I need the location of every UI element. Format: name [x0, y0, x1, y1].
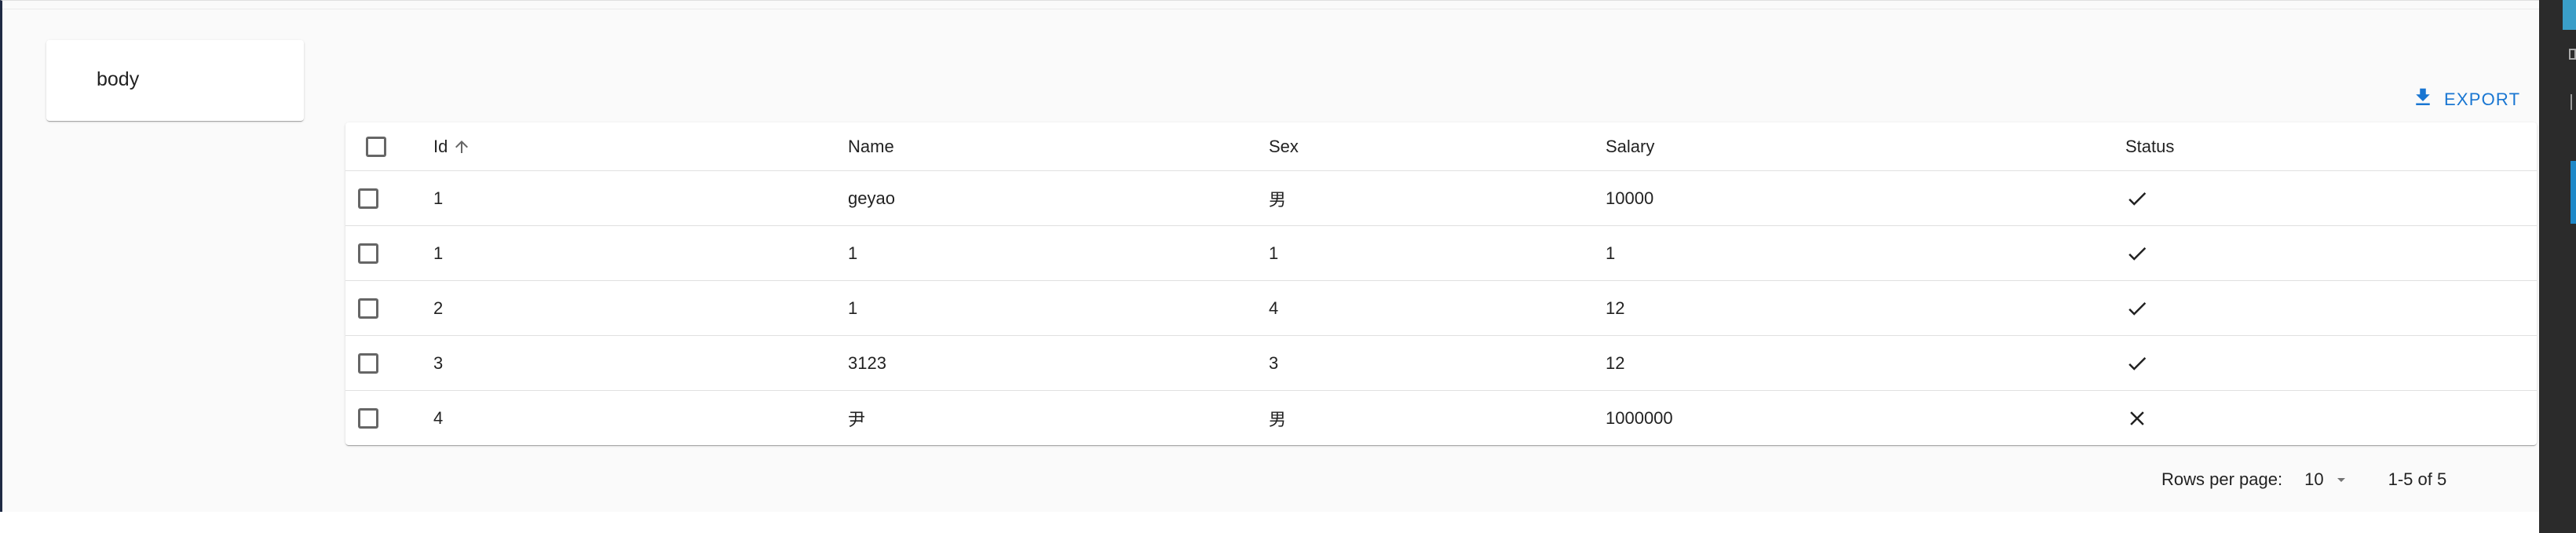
app-area: body EXPORT Id Name Sex Salary Status 1 … — [0, 0, 2539, 512]
column-header-label: Sex — [1269, 136, 1299, 156]
window-accent — [2563, 0, 2576, 30]
close-icon — [2130, 411, 2144, 425]
cell-salary: 12 — [1606, 298, 1625, 318]
select-all-cell — [358, 122, 386, 170]
cell-id: 3 — [433, 352, 444, 373]
download-icon — [2411, 86, 2435, 114]
cell-salary: 10000 — [1606, 188, 1654, 208]
data-grid: Id Name Sex Salary Status 1 geyao 男 1000… — [345, 122, 2537, 445]
row-checkbox[interactable] — [358, 243, 378, 264]
cell-id: 1 — [433, 188, 444, 208]
body-card: body — [46, 40, 304, 121]
rows-per-page-select[interactable]: 10 — [2304, 469, 2350, 490]
table-row[interactable]: 1 1 1 1 — [345, 226, 2537, 281]
cell-sex: 1 — [1269, 243, 1279, 263]
cell-salary: 12 — [1606, 352, 1625, 373]
column-header-sex[interactable]: Sex — [1269, 122, 1299, 170]
row-checkbox[interactable] — [358, 352, 378, 374]
cell-sex: 男 — [1269, 410, 1287, 429]
check-icon — [2128, 246, 2147, 261]
column-header-label: Name — [848, 136, 894, 156]
row-select-cell — [358, 281, 378, 335]
cell-id: 2 — [433, 298, 444, 318]
row-select-cell — [358, 226, 378, 280]
adjacent-window-edge — [2539, 0, 2576, 533]
table-row[interactable]: 4 尹 男 1000000 — [345, 391, 2537, 446]
column-header-id[interactable]: Id — [433, 122, 471, 170]
window-icon — [2569, 49, 2576, 60]
cell-name: 1 — [848, 298, 858, 318]
cell-id: 1 — [433, 243, 444, 263]
column-header-status[interactable]: Status — [2125, 122, 2174, 170]
cell-sex: 3 — [1269, 352, 1279, 373]
check-icon — [2128, 356, 2147, 371]
check-icon — [2128, 192, 2147, 206]
export-label: EXPORT — [2444, 89, 2521, 109]
cell-name: 3123 — [848, 352, 886, 373]
column-header-label: Salary — [1606, 136, 1655, 156]
row-checkbox[interactable] — [358, 408, 378, 429]
arrow-up-icon[interactable] — [452, 137, 471, 156]
cell-status — [2125, 281, 2149, 335]
row-select-cell — [358, 336, 378, 390]
cell-status — [2125, 336, 2149, 390]
cell-status — [2125, 171, 2149, 225]
column-header-salary[interactable]: Salary — [1606, 122, 1654, 170]
table-row[interactable]: 1 geyao 男 10000 — [345, 171, 2537, 226]
rows-per-page-label: Rows per page: — [2161, 469, 2283, 489]
cell-sex: 男 — [1269, 189, 1287, 210]
cell-sex: 4 — [1269, 298, 1279, 318]
row-select-cell — [358, 171, 378, 225]
chevron-down-icon — [2337, 478, 2345, 482]
row-checkbox[interactable] — [358, 298, 378, 319]
column-header-label: Status — [2125, 136, 2175, 156]
table-header-row: Id Name Sex Salary Status — [345, 122, 2537, 171]
cell-status — [2125, 226, 2149, 280]
cell-salary: 1000000 — [1606, 408, 1673, 428]
cell-status — [2125, 391, 2149, 446]
export-button[interactable]: EXPORT — [2411, 84, 2520, 115]
card-label: body — [97, 68, 140, 90]
cell-name: geyao — [848, 188, 895, 208]
select-all-checkbox[interactable] — [366, 136, 386, 157]
column-header-label: Id — [433, 136, 448, 156]
column-header-name[interactable]: Name — [848, 122, 894, 170]
row-checkbox[interactable] — [358, 188, 378, 209]
pagination-range: 1-5 of 5 — [2388, 469, 2447, 489]
cell-salary: 1 — [1606, 243, 1616, 263]
scroll-accent — [2571, 161, 2576, 224]
pagination: Rows per page: 10 1-5 of 5 — [2161, 460, 2446, 499]
check-icon — [2128, 301, 2147, 316]
cell-id: 4 — [433, 408, 444, 428]
window-divider — [2571, 94, 2576, 110]
table-row[interactable]: 3 3123 3 12 — [345, 336, 2537, 391]
cell-name: 1 — [848, 243, 858, 263]
rows-per-page-value: 10 — [2304, 469, 2324, 489]
table-row[interactable]: 2 1 4 12 — [345, 281, 2537, 336]
row-select-cell — [358, 391, 378, 446]
cell-name: 尹 — [848, 410, 866, 429]
